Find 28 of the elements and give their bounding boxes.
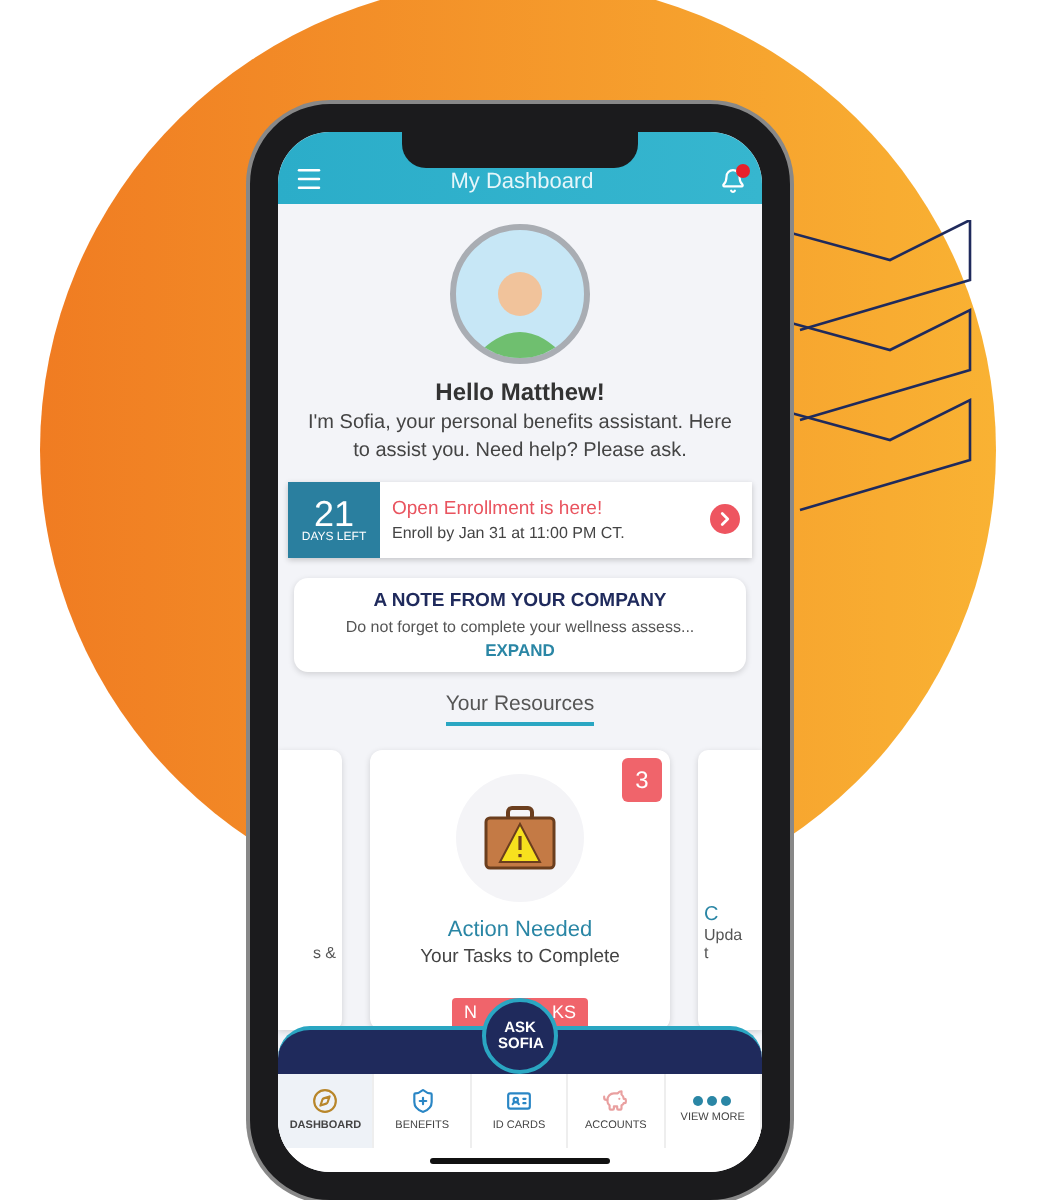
more-dots-icon	[692, 1096, 733, 1107]
card-title: C	[704, 903, 719, 926]
assistant-message: I'm Sofia, your personal benefits assistant. Here to assist you. Need help? Please ask.	[305, 409, 734, 466]
notification-bell[interactable]	[719, 167, 746, 194]
note-title: A NOTE FROM YOUR COMPANY	[373, 589, 667, 612]
card-title: Action Needed	[447, 917, 593, 942]
compass-icon	[312, 1088, 339, 1115]
menu-icon[interactable]	[294, 163, 324, 194]
enrollment-detail: Enroll by Jan 31 at 11:00 PM CT.	[392, 523, 627, 542]
enrollment-title: Open Enrollment is here!	[392, 497, 605, 520]
resource-card[interactable]: s &	[278, 749, 342, 1030]
expand-link[interactable]: EXPAND	[485, 639, 555, 660]
card-text: Upda	[704, 925, 743, 944]
header-title: My Dashboard	[450, 169, 594, 194]
card-text: s &	[312, 943, 336, 962]
next-button[interactable]	[710, 504, 740, 535]
card-text: t	[704, 943, 709, 962]
count-badge: 3	[622, 757, 662, 802]
resource-card[interactable]: C Upda t	[698, 749, 762, 1030]
bell-icon	[719, 167, 746, 194]
briefcase-warning-icon	[484, 805, 556, 870]
note-text: Do not forget to complete your wellness assess...	[345, 617, 695, 636]
greeting-text: Hello Matthew!	[435, 377, 605, 406]
piggy-bank-icon	[602, 1088, 629, 1115]
id-card-icon	[506, 1088, 533, 1115]
resources-title: Your Resources	[445, 691, 595, 726]
card-subtitle: Your Tasks to Complete	[420, 945, 620, 968]
shield-icon	[409, 1088, 436, 1115]
